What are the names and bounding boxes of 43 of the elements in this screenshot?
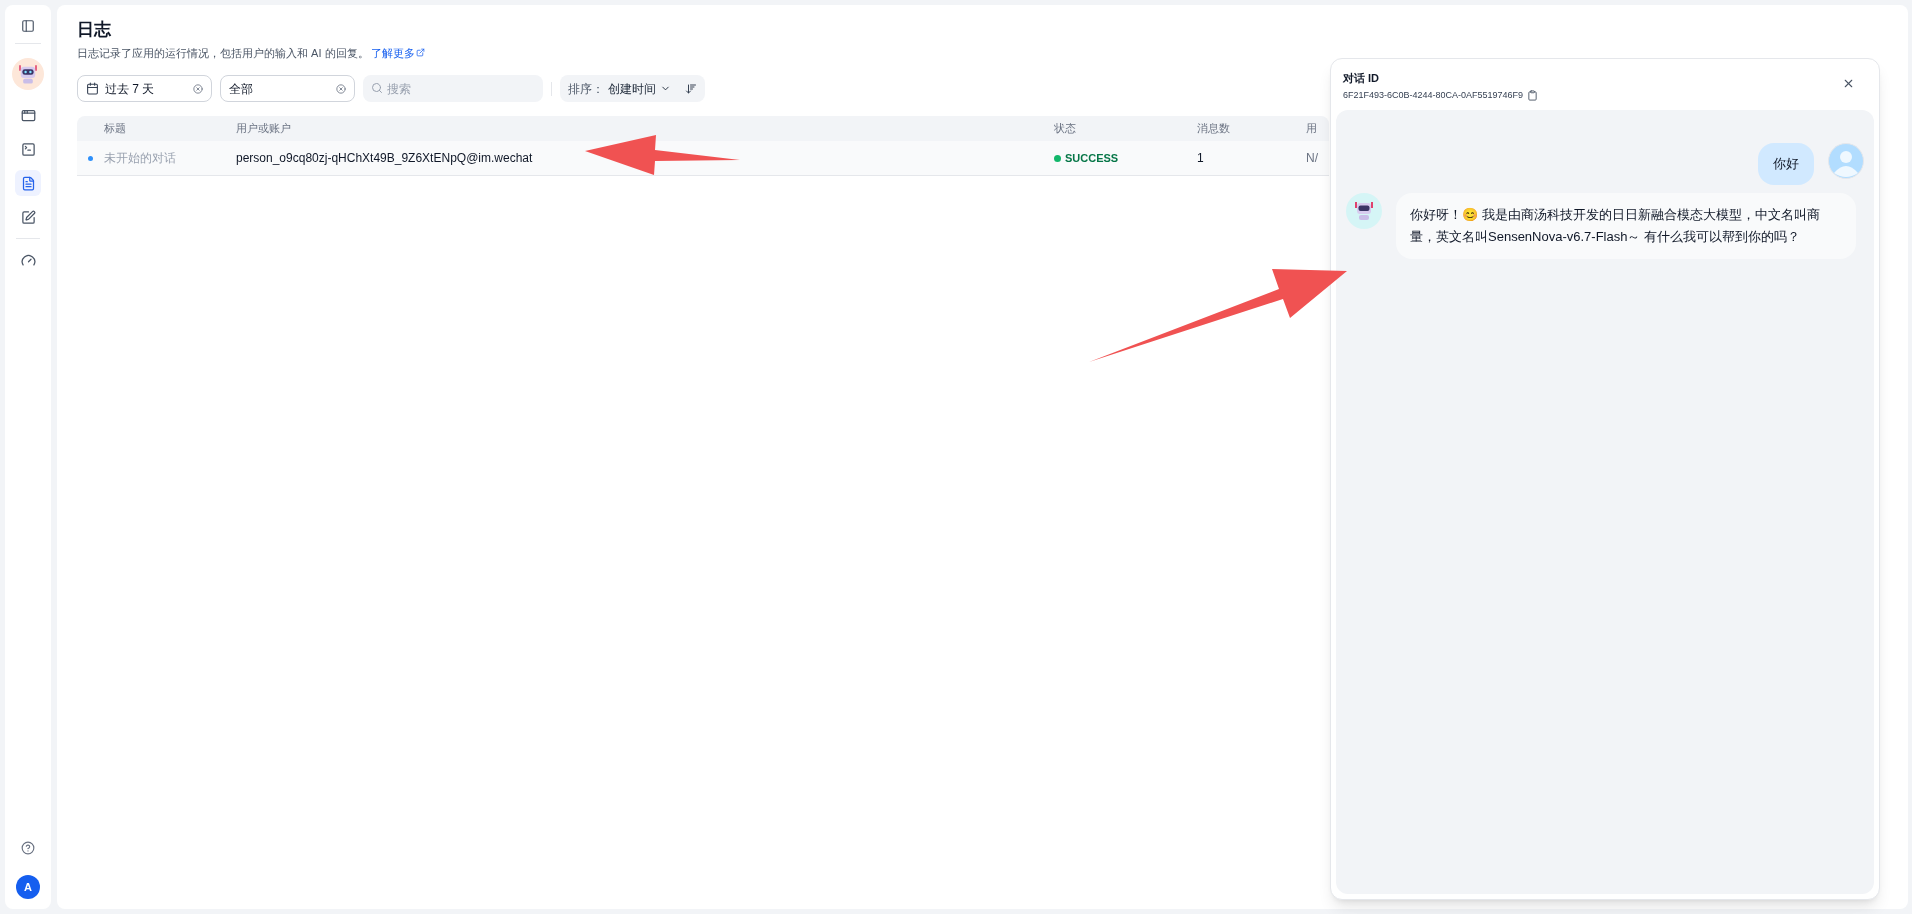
table-cell-text: N/ xyxy=(1306,150,1319,167)
status-text: SUCCESS xyxy=(1065,150,1119,166)
terminal-icon xyxy=(20,141,36,157)
clear-icon[interactable] xyxy=(336,83,346,94)
bot-avatar-icon xyxy=(1346,192,1382,229)
assistant-message: 你好呀！😊 我是由商汤科技开发的日日新融合模态大模型，中文名叫商量，英文名叫SensenNova-v6.7-Flash～ 有什么我可以帮到你的吗？ xyxy=(1396,192,1856,259)
page-description: 日志记录了应用的运行情况，包括用户的输入和 AI 的回复。 xyxy=(77,45,369,61)
learn-more-link[interactable]: 了解更多 xyxy=(370,44,425,61)
column-header: 用 xyxy=(1306,121,1318,137)
user-avatar[interactable]: A xyxy=(16,875,40,899)
panel-title: 对话 ID xyxy=(1343,71,1381,86)
column-header: 状态 xyxy=(1054,121,1077,137)
column-header: 标题 xyxy=(104,121,127,137)
sort-dropdown[interactable]: 创建时间 xyxy=(608,79,671,98)
table-cell-text: 未开始的对话 xyxy=(104,150,177,167)
conversation-id: 6F21F493-6C0B-4244-80CA-0AF5519746F9 xyxy=(1343,88,1524,102)
gauge-icon xyxy=(20,252,36,268)
app-avatar-icon xyxy=(12,58,44,90)
user-avatar-icon xyxy=(1828,143,1864,179)
copy-icon[interactable] xyxy=(1527,89,1539,101)
sort-order-icon[interactable] xyxy=(685,82,697,95)
status-filter[interactable]: 全部 xyxy=(220,75,355,102)
sidebar-toggle-icon[interactable] xyxy=(21,19,35,33)
page-title: 日志 xyxy=(77,19,112,41)
window-icon xyxy=(20,107,36,123)
close-icon[interactable] xyxy=(1842,77,1855,90)
search-icon xyxy=(371,82,383,94)
document-icon xyxy=(20,175,36,191)
clear-icon[interactable] xyxy=(193,83,203,94)
column-header: 用户或账户 xyxy=(236,121,292,137)
external-link-icon xyxy=(415,48,425,58)
calendar-icon xyxy=(86,82,99,95)
column-header: 消息数 xyxy=(1197,121,1231,137)
table-cell-text: 1 xyxy=(1197,150,1205,167)
nav-button[interactable] xyxy=(15,170,41,196)
edit-icon xyxy=(20,209,36,225)
user-message: 你好 xyxy=(1758,143,1814,185)
help-icon[interactable] xyxy=(21,841,35,855)
search-field[interactable]: 搜索 xyxy=(363,75,543,102)
sort-label: 排序： xyxy=(568,80,604,98)
date-filter[interactable]: 过去 7 天 xyxy=(77,75,212,102)
table-cell-text: person_o9cq80zj-qHChXt49B_9Z6XtENpQ@im.wechat xyxy=(236,150,534,167)
table-row[interactable]: 未开始的对话 person_o9cq80zj-qHChXt49B_9Z6XtENpQ@im.wechat SUCCESS 1 N/ xyxy=(77,141,1329,176)
